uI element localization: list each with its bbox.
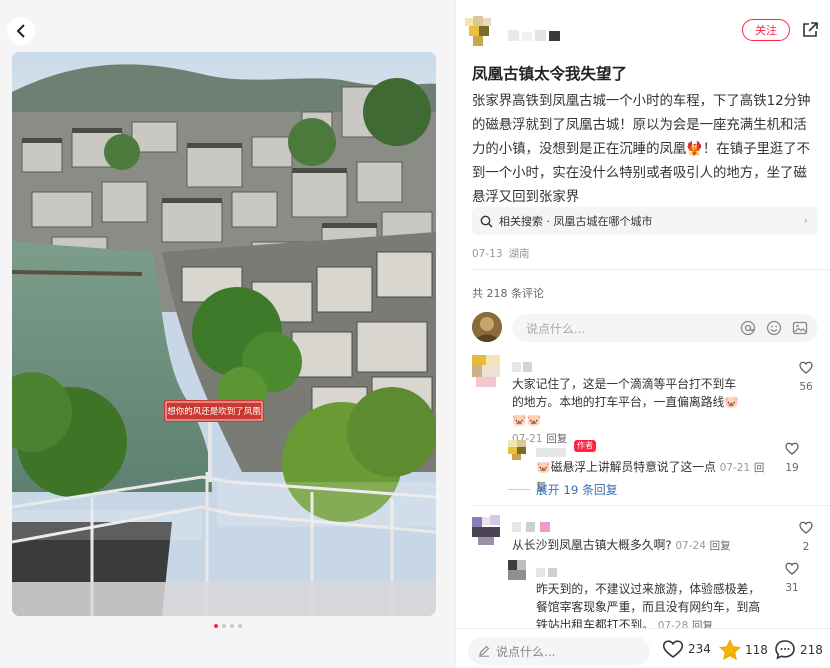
heart-icon [785, 562, 799, 575]
bottom-comment-input[interactable]: 说点什么... [468, 637, 650, 665]
heart-icon [799, 521, 813, 534]
note-body: 张家界高铁到凤凰古城一个小时的车程，下了高铁12分钟的磁悬浮就到了凤凰古城！原以… [472, 94, 811, 205]
collect-button[interactable]: 118 [719, 639, 768, 660]
note-date: 07-13 [472, 248, 503, 260]
note-panel: 关注 凤凰古镇太令我失望了 张家界高铁到凤凰古城一个小时的车程，下了高铁12分钟… [455, 0, 830, 668]
image-pager [0, 624, 455, 628]
reply-author-avatar[interactable] [508, 560, 526, 580]
comment-item: 从长沙到凤凰古镇大概多久啊? 07-24 回复 2 [472, 515, 822, 555]
related-search-chip[interactable]: 相关搜索 · 凤凰古城在哪个城市 › [472, 207, 818, 235]
like-button[interactable]: 234 [662, 639, 711, 659]
follow-button[interactable]: 关注 [742, 19, 790, 41]
reply-author-name-masked[interactable] [536, 442, 566, 457]
heart-icon [785, 442, 799, 455]
reply-button[interactable]: 回复 [692, 620, 713, 628]
comment-button[interactable]: 218 [774, 639, 823, 660]
note-photo[interactable]: 想你的风还是吹到了凤凰 [12, 52, 436, 616]
share-icon [803, 22, 818, 37]
comment-item: 大家记住了，这是一个滴滴等平台打不到车的地方。本地的打车平台，一直偏离路线🐷🐷🐷… [472, 355, 822, 445]
star-icon [719, 639, 741, 660]
related-search-text: 相关搜索 · 凤凰古城在哪个城市 [499, 215, 653, 228]
comment-text: 从长沙到凤凰古镇大概多久啊? 07-24 回复 [512, 536, 747, 555]
share-button[interactable] [801, 21, 819, 39]
pager-dot-active[interactable] [213, 624, 218, 628]
like-total: 234 [688, 642, 711, 656]
pager-dot[interactable] [229, 624, 234, 628]
search-icon [480, 215, 493, 227]
like-count: 31 [785, 582, 799, 594]
sub-comment-like[interactable]: 19 [780, 440, 804, 474]
commenter-avatar[interactable] [472, 515, 500, 547]
author-row: 关注 [456, 0, 830, 60]
heart-icon [662, 640, 684, 658]
sub-comment-item: 昨天到的，不建议过来旅游，体验感极差，餐馆宰客现象严重，而且没有网约车，到高铁站… [508, 560, 806, 628]
reply-author-avatar[interactable] [508, 440, 526, 460]
comment-text: 大家记住了，这是一个滴滴等平台打不到车的地方。本地的打车平台，一直偏离路线🐷🐷🐷… [512, 375, 747, 448]
collect-total: 118 [745, 642, 768, 657]
note-title: 凤凰古镇太令我失望了 [472, 65, 628, 83]
comment-date: 07-24 [675, 540, 706, 552]
at-mention-icon[interactable] [740, 320, 756, 336]
chevron-left-icon [16, 24, 25, 38]
comment-input[interactable]: 说点什么... [512, 314, 818, 342]
pager-dot[interactable] [221, 624, 226, 628]
like-count: 2 [802, 541, 810, 553]
sub-comment-body: 🐷磁悬浮上讲解员特意说了这一点 [536, 460, 716, 474]
comment-like[interactable]: 2 [794, 519, 818, 553]
image-icon[interactable] [792, 320, 808, 336]
comment-like[interactable]: 56 [794, 359, 818, 393]
note-meta: 07-13 湖南 [472, 246, 530, 261]
comment-total: 218 [800, 642, 823, 657]
comment-bubble-icon [775, 640, 795, 660]
comment-input-placeholder: 说点什么... [526, 321, 586, 336]
sub-comment-date: 07-21 [719, 462, 751, 474]
note-location: 湖南 [508, 248, 530, 260]
bottom-action-bar: 说点什么... 234 118 218 [456, 628, 830, 668]
pager-dot[interactable] [237, 624, 242, 628]
sub-comment-like[interactable]: 31 [780, 560, 804, 594]
sub-comment-date: 07-28 [657, 620, 689, 628]
expand-divider [508, 489, 530, 490]
like-count: 19 [785, 462, 799, 474]
heart-icon [799, 361, 813, 374]
reply-author-name-masked[interactable] [536, 562, 566, 577]
author-avatar[interactable] [465, 16, 493, 46]
sub-comment-body: 昨天到的，不建议过来旅游，体验感极差，餐馆宰客现象严重，而且没有网约车，到高铁站… [536, 582, 761, 628]
comment-body: 大家记住了，这是一个滴滴等平台打不到车的地方。本地的打车平台，一直偏离路线🐷🐷🐷 [512, 377, 740, 427]
sub-comment-item: 作者 🐷磁悬浮上讲解员特意说了这一点 07-21 回复 19 [508, 440, 806, 493]
reply-button[interactable]: 回复 [710, 540, 731, 552]
divider [472, 269, 830, 270]
comment-composer: 说点什么... [472, 312, 822, 344]
pencil-icon [479, 645, 490, 657]
composer-icons [740, 320, 808, 336]
my-avatar [472, 312, 502, 342]
commenter-avatar[interactable] [472, 355, 500, 387]
sub-comment-text: 昨天到的，不建议过来旅游，体验感极差，餐馆宰客现象严重，而且没有网约车，到高铁站… [536, 580, 771, 628]
commenter-name-masked[interactable] [512, 517, 556, 532]
divider [472, 505, 830, 506]
chevron-right-icon: › [803, 214, 808, 227]
expand-replies-link[interactable]: 展开 19 条回复 [536, 481, 618, 498]
back-button[interactable] [7, 17, 35, 45]
bottom-input-placeholder: 说点什么... [496, 644, 556, 659]
emoji-icon[interactable] [766, 320, 782, 336]
like-count: 56 [799, 381, 813, 393]
comment-count: 共 218 条评论 [472, 287, 544, 300]
author-badge: 作者 [574, 440, 596, 452]
photo-sign-text: 想你的风还是吹到了凤凰 [167, 407, 261, 417]
commenter-name-masked[interactable] [512, 357, 556, 372]
author-name-masked[interactable] [508, 26, 560, 41]
media-panel: 想你的风还是吹到了凤凰 [0, 0, 455, 668]
comment-body: 从长沙到凤凰古镇大概多久啊? [512, 538, 672, 552]
